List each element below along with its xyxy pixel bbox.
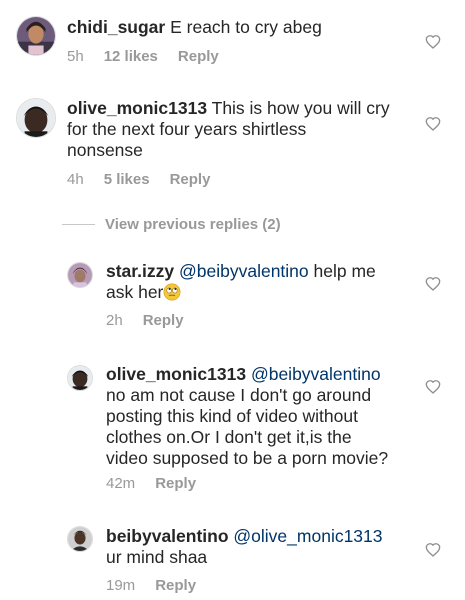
- reply-text: beibyvalentino @olive_monic1313 ur mind …: [106, 526, 383, 568]
- avatar[interactable]: [67, 365, 93, 391]
- reply-body-line: ask her: [106, 282, 164, 302]
- reply-body: help me: [308, 261, 376, 281]
- comment-body-line: for the next four years shirtless: [67, 119, 307, 139]
- reply-button[interactable]: Reply: [178, 48, 219, 65]
- heart-outline-icon[interactable]: [425, 542, 441, 558]
- reply-meta: 42m Reply: [106, 475, 216, 492]
- comment-body: E reach to cry abeg: [165, 17, 322, 37]
- reply-body-line: no am not cause I don't go around: [106, 385, 372, 405]
- comment-olive-monic1313: olive_monic1313 This is how you will cry…: [0, 80, 465, 200]
- reply-body-line: ur mind shaa: [106, 547, 208, 567]
- comment-body-line: nonsense: [67, 140, 143, 160]
- divider-line: [62, 223, 95, 225]
- timestamp: 5h: [67, 48, 84, 65]
- avatar[interactable]: [67, 262, 93, 288]
- heart-outline-icon[interactable]: [425, 276, 441, 292]
- avatar-image: [68, 527, 92, 551]
- comment-text: olive_monic1313 This is how you will cry…: [67, 98, 390, 161]
- reply-body-line: posting this kind of video without: [106, 406, 358, 426]
- view-previous-replies[interactable]: View previous replies (2): [62, 214, 281, 234]
- timestamp: 19m: [106, 577, 136, 594]
- heart-outline-icon[interactable]: [425, 379, 441, 395]
- reply-text: star.izzy @beibyvalentino help me ask he…: [106, 261, 376, 303]
- reply-button[interactable]: Reply: [155, 475, 196, 492]
- comment-chidi-sugar: chidi_sugar E reach to cry abeg 5h 12 lik…: [0, 0, 465, 80]
- comment-body: This is how you will cry: [207, 98, 390, 118]
- reply-text: olive_monic1313 @beibyvalentino no am no…: [106, 364, 388, 469]
- avatar[interactable]: [67, 526, 93, 552]
- reply-button[interactable]: Reply: [143, 312, 184, 329]
- comment-meta: 5h 12 likes Reply: [67, 48, 239, 65]
- reply-beibyvalentino: beibyvalentino @olive_monic1313 ur mind …: [0, 515, 465, 600]
- reply-body-line: video supposed to be a porn movie?: [106, 448, 389, 468]
- timestamp: 42m: [106, 475, 136, 492]
- reply-star-izzy: star.izzy @beibyvalentino help me ask he…: [0, 250, 465, 340]
- avatar[interactable]: [16, 98, 56, 138]
- rolling-eyes-emoji-icon: [163, 283, 181, 301]
- heart-outline-icon[interactable]: [425, 34, 441, 50]
- reply-meta: 19m Reply: [106, 577, 216, 594]
- view-previous-replies-label: View previous replies (2): [105, 215, 281, 233]
- username[interactable]: beibyvalentino: [106, 526, 229, 546]
- avatar-image: [17, 17, 55, 55]
- username[interactable]: olive_monic1313: [106, 364, 246, 384]
- timestamp: 2h: [106, 312, 123, 329]
- reply-button[interactable]: Reply: [170, 171, 211, 188]
- username[interactable]: chidi_sugar: [67, 17, 165, 37]
- avatar-image: [68, 263, 92, 287]
- username[interactable]: star.izzy: [106, 261, 174, 281]
- comment-meta: 4h 5 likes Reply: [67, 171, 230, 188]
- username[interactable]: olive_monic1313: [67, 98, 207, 118]
- likes-count[interactable]: 12 likes: [104, 48, 158, 65]
- avatar-image: [68, 366, 92, 390]
- mention-link[interactable]: @beibyvalentino: [179, 261, 309, 281]
- timestamp: 4h: [67, 171, 84, 188]
- reply-meta: 2h Reply: [106, 312, 204, 329]
- reply-body-line: clothes on.Or I don't get it,is the: [106, 427, 352, 447]
- mention-link[interactable]: @beibyvalentino: [251, 364, 381, 384]
- avatar[interactable]: [16, 16, 56, 56]
- avatar-image: [17, 99, 55, 137]
- reply-olive-monic1313: olive_monic1313 @beibyvalentino no am no…: [0, 355, 465, 505]
- comment-text: chidi_sugar E reach to cry abeg: [67, 17, 322, 38]
- mention-link[interactable]: @olive_monic1313: [233, 526, 382, 546]
- reply-button[interactable]: Reply: [155, 577, 196, 594]
- likes-count[interactable]: 5 likes: [104, 171, 150, 188]
- heart-outline-icon[interactable]: [425, 116, 441, 132]
